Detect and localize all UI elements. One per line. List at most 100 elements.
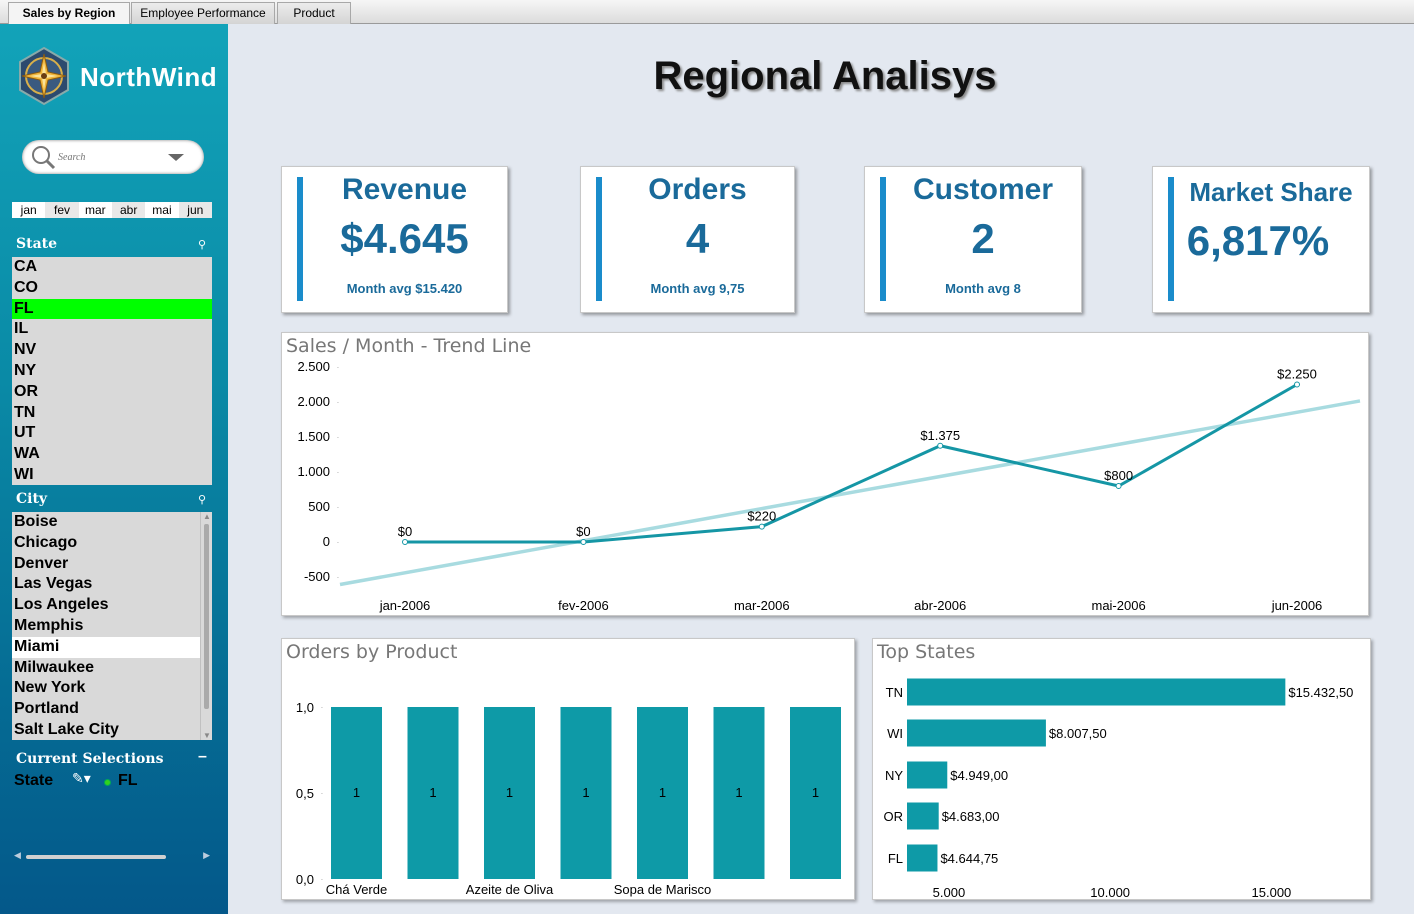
list-item[interactable]: CO — [12, 278, 212, 299]
scroll-up-icon[interactable]: ▲ — [203, 512, 211, 521]
list-item[interactable]: Denver — [12, 554, 212, 575]
search-box[interactable] — [22, 140, 204, 174]
y-tick-mark: · — [337, 503, 340, 512]
data-point — [1294, 381, 1300, 388]
scroll-thumb[interactable] — [204, 524, 209, 709]
data-label: $4.949,00 — [950, 768, 1008, 783]
data-label: 1 — [429, 785, 436, 800]
minimize-icon[interactable]: – — [198, 748, 207, 766]
scroll-down-icon[interactable]: ▼ — [203, 731, 211, 740]
top-states-chart: TN $15.432,50 WI $8.007,50 NY $4.949,00 OR $4.6… — [884, 678, 1353, 899]
list-item[interactable]: CA — [12, 257, 212, 278]
city-listbox-title: City — [16, 491, 48, 507]
y-tick-label: 1,0 — [296, 700, 314, 715]
x-tick-label: Azeite de Oliva — [466, 882, 554, 897]
y-tick-label: 1.000 — [297, 464, 330, 479]
state-search-icon[interactable]: ⚲ — [198, 238, 206, 251]
y-tick-label: 0,0 — [296, 872, 314, 887]
x-tick-label: jun-2006 — [1271, 598, 1323, 613]
x-tick-label: Sopa de Marisco — [614, 882, 712, 897]
sales-trend-panel: Sales / Month - Trend Line 2.500 · 2.000 · 1… — [281, 332, 1369, 616]
list-item[interactable]: TN — [12, 403, 212, 424]
tab-product[interactable]: Product — [277, 2, 351, 24]
y-tick-label: 2.500 — [297, 359, 330, 374]
trend-line — [339, 399, 1361, 587]
month-item[interactable]: jan — [12, 202, 46, 218]
y-tick-label: OR — [884, 809, 904, 824]
kpi-customer: Customer 2 Month avg 8 — [864, 166, 1082, 313]
kpi-label: Revenue — [341, 173, 468, 206]
orders-by-product-chart: 1,0 · 0,5 · 0,0 · 1 Chá Verde 1 1 Azeite de Oliva 1… — [296, 700, 841, 897]
data-label: $4.683,00 — [942, 809, 1000, 824]
list-item[interactable]: FL — [12, 298, 212, 320]
data-label: 1 — [582, 785, 589, 800]
x-tick-label: jan-2006 — [379, 598, 431, 613]
kpi-subtext: Month avg 8 — [945, 281, 1021, 296]
list-item[interactable]: Portland — [12, 699, 212, 720]
data-label: 1 — [353, 785, 360, 800]
data-label: $8.007,50 — [1049, 726, 1107, 741]
month-item[interactable]: mai — [145, 202, 179, 218]
scroll-right-icon[interactable]: ▶ — [203, 850, 210, 861]
data-label: $0 — [398, 524, 412, 539]
list-item[interactable]: Salt Lake City — [12, 720, 212, 741]
scroll-thumb[interactable] — [26, 855, 166, 859]
state-listbox-title: State — [16, 236, 58, 252]
kpi-value: $4.645 — [340, 215, 469, 262]
kpi-value: 4 — [685, 215, 710, 262]
list-item[interactable]: Las Vegas — [12, 574, 212, 595]
y-tick-mark: · — [337, 573, 340, 582]
data-point — [1115, 483, 1122, 489]
list-item[interactable]: OR — [12, 382, 212, 403]
x-tick-label: abr-2006 — [914, 598, 966, 613]
data-label: 1 — [506, 785, 513, 800]
y-tick-mark: · — [337, 363, 340, 372]
list-item[interactable]: Miami — [12, 636, 212, 658]
list-item[interactable]: Boise — [12, 512, 212, 533]
data-label: $800 — [1104, 468, 1133, 483]
x-tick-label: mai-2006 — [1091, 598, 1145, 613]
list-item[interactable]: WA — [12, 444, 212, 465]
list-item[interactable]: NV — [12, 340, 212, 361]
y-tick-label: 500 — [308, 499, 330, 514]
month-item[interactable]: abr — [112, 202, 145, 218]
y-tick-label: 1.500 — [297, 429, 330, 444]
list-item[interactable]: NY — [12, 361, 212, 382]
page-title: Regional Analisys — [653, 54, 997, 98]
list-item[interactable]: New York — [12, 678, 212, 699]
month-item[interactable]: fev — [45, 202, 78, 218]
scroll-left-icon[interactable]: ◀ — [14, 850, 21, 861]
data-label: $0 — [576, 524, 590, 539]
city-scrollbar[interactable]: ▲ ▼ — [200, 512, 212, 740]
compass-logo-icon — [19, 46, 69, 106]
list-item[interactable]: Los Angeles — [12, 595, 212, 616]
city-search-icon[interactable]: ⚲ — [198, 493, 206, 506]
list-item[interactable]: Memphis — [12, 616, 212, 637]
list-item[interactable]: UT — [12, 423, 212, 444]
y-tick-mark: · — [337, 538, 340, 547]
kpi-value: 6,817% — [1186, 217, 1330, 264]
tab-sales-by-region[interactable]: Sales by Region — [8, 2, 130, 25]
orders-by-product-panel: Orders by Product 1,0 · 0,5 · 0,0 · 1 Chá Verde… — [281, 638, 855, 900]
data-label: $1.375 — [920, 428, 960, 443]
y-tick-mark: · — [321, 875, 324, 884]
month-item[interactable]: jun — [179, 202, 212, 218]
chevron-down-icon[interactable] — [168, 154, 184, 161]
list-item[interactable]: WI — [12, 465, 212, 486]
sidebar-horizontal-scrollbar[interactable]: ◀ ▶ — [14, 850, 210, 862]
y-tick-label: -500 — [304, 569, 330, 584]
tab-employee-performance[interactable]: Employee Performance — [131, 2, 275, 24]
bar — [907, 844, 938, 872]
list-item[interactable]: IL — [12, 319, 212, 340]
list-item[interactable]: Milwaukee — [12, 658, 212, 679]
month-item[interactable]: mar — [78, 202, 112, 218]
brand-name: NorthWind — [80, 62, 218, 92]
data-label: $2.250 — [1277, 367, 1317, 382]
search-input[interactable] — [58, 148, 168, 166]
list-item[interactable]: Chicago — [12, 533, 212, 554]
x-tick-label: 10.000 — [1090, 885, 1130, 899]
kpi-label: Market Share — [1189, 177, 1353, 207]
y-tick-label: NY — [885, 768, 903, 783]
series-line — [405, 383, 1298, 544]
eraser-icon[interactable]: ✎▾ — [72, 770, 91, 787]
